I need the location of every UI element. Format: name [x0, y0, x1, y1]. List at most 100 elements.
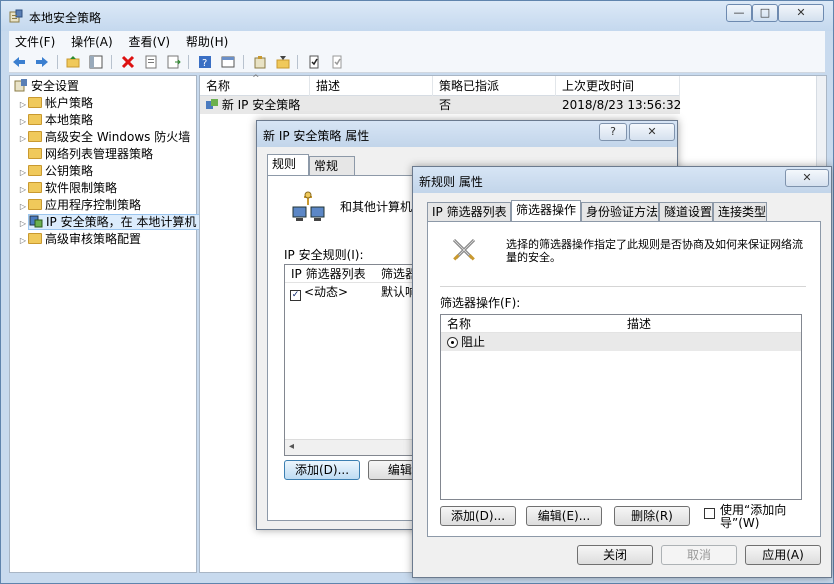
rules-label: IP 安全规则(I): [284, 248, 364, 262]
filter-actions-listbox[interactable]: 名称 描述 阻止 [440, 314, 802, 500]
tab-general[interactable]: 常规 [309, 156, 355, 175]
toolbar-separator [242, 55, 244, 69]
add-rule-button[interactable]: 添加(D)... [284, 460, 360, 480]
folder-icon [28, 165, 42, 176]
close-button[interactable]: ✕ [629, 123, 675, 141]
column-header-filter-action[interactable]: 筛选器 [375, 265, 417, 283]
filter-actions-header: 名称 描述 [441, 315, 801, 333]
add-action-button[interactable]: 添加(D)... [440, 506, 516, 526]
rule-checkbox[interactable]: ✓ [290, 290, 301, 301]
properties-icon[interactable] [144, 55, 158, 69]
use-wizard-checkbox[interactable] [704, 508, 715, 519]
tree-item-label: IP 安全策略，在 本地计算机 [46, 215, 197, 229]
tree-selection: IP 安全策略，在 本地计算机 [28, 214, 201, 230]
tree-item-security-settings[interactable]: 安全设置 [14, 78, 79, 95]
maximize-button[interactable]: □ [752, 4, 778, 22]
tree-item-network-list[interactable]: 网络列表管理器策略 [18, 146, 153, 163]
tree-item-local-policies[interactable]: ▷ 本地策略 [18, 112, 93, 129]
filter-action-row[interactable]: 阻止 [441, 333, 801, 351]
tree-item-ip-security[interactable]: ▷ IP 安全策略，在 本地计算机 [18, 214, 201, 232]
column-header-modified[interactable]: 上次更改时间 [556, 76, 680, 96]
menu-help[interactable]: 帮助(H) [180, 31, 234, 52]
show-tree-icon[interactable] [89, 55, 103, 69]
help-icon[interactable]: ? [198, 55, 212, 69]
row-assigned-cell: 否 [439, 98, 452, 112]
tab-filter-action[interactable]: 筛选器操作 [511, 200, 581, 221]
help-button[interactable]: ? [599, 123, 627, 141]
export-list-icon[interactable] [167, 55, 181, 69]
column-header-filter-list[interactable]: IP 筛选器列表 [285, 265, 366, 283]
tree-item-public-key[interactable]: ▷ 公钥策略 [18, 163, 93, 180]
folder-icon [28, 233, 42, 244]
expand-arrow-icon[interactable]: ▷ [18, 181, 28, 198]
list-header: 名称 ^ 描述 策略已指派 上次更改时间 [200, 74, 680, 96]
title-bar[interactable]: 本地安全策略 — □ ✕ [1, 1, 833, 31]
assign-policy-icon[interactable] [307, 55, 321, 69]
expand-arrow-icon[interactable]: ▷ [18, 198, 28, 215]
tab-tunnel-settings[interactable]: 隧道设置 [659, 202, 713, 221]
column-header-description[interactable]: 描述 [621, 315, 651, 333]
tree-item-software-restriction[interactable]: ▷ 软件限制策略 [18, 180, 117, 197]
dialog-title: 新 IP 安全策略 属性 [263, 129, 370, 143]
delete-icon[interactable] [121, 55, 135, 69]
tree-item-label: 本地策略 [45, 113, 94, 127]
column-header-description[interactable]: 描述 [310, 76, 433, 96]
svg-text:?: ? [202, 58, 207, 69]
filter-action-radio[interactable] [447, 337, 458, 348]
new-policy-icon[interactable] [253, 55, 267, 69]
tree-item-audit-policy[interactable]: ▷ 高级审核策略配置 [18, 231, 141, 248]
tab-ip-filter-list[interactable]: IP 筛选器列表 [427, 202, 511, 221]
separator-line [440, 286, 806, 287]
back-arrow-icon[interactable] [12, 55, 26, 69]
forward-arrow-icon[interactable] [35, 55, 49, 69]
dialog-title-bar[interactable]: 新规则 属性 ✕ [413, 167, 831, 193]
toolbar-separator [56, 55, 58, 69]
close-dialog-button[interactable]: 关闭 [577, 545, 653, 565]
expand-arrow-icon[interactable]: ▷ [18, 130, 28, 147]
list-row[interactable]: 新 IP 安全策略 否 2018/8/23 13:56:32 [200, 96, 681, 114]
tab-connection-type[interactable]: 连接类型 [713, 202, 767, 221]
expand-arrow-icon[interactable]: ▷ [18, 113, 28, 130]
tree-pane: 安全设置 ▷ 帐户策略 ▷ 本地策略 ▷ 高级安全 Windows 防火墙 网络列表管… [9, 75, 201, 573]
apply-button[interactable]: 应用(A) [745, 545, 821, 565]
close-button[interactable]: ✕ [785, 169, 829, 187]
rule-properties-dialog: 新规则 属性 ✕ IP 筛选器列表 筛选器操作 身份验证方法 隧道设置 连接类型… [412, 166, 832, 578]
window-title: 本地安全策略 [29, 11, 102, 25]
minimize-button[interactable]: — [726, 4, 752, 22]
toolbar-separator [111, 55, 113, 69]
menu-file[interactable]: 文件(F) [9, 31, 61, 52]
unassign-policy-icon[interactable] [330, 55, 344, 69]
menu-action[interactable]: 操作(A) [65, 31, 119, 52]
ip-security-icon [29, 215, 43, 228]
tree-item-account-policies[interactable]: ▷ 帐户策略 [18, 95, 93, 112]
tree-item-app-control[interactable]: ▷ 应用程序控制策略 [18, 197, 141, 214]
column-header-name[interactable]: 名称 ^ [200, 74, 310, 96]
filter-actions-label: 筛选器操作(F): [440, 296, 521, 310]
tab-rules[interactable]: 规则 [267, 154, 309, 175]
tree-item-firewall[interactable]: ▷ 高级安全 Windows 防火墙 [18, 129, 190, 146]
column-header-assigned[interactable]: 策略已指派 [433, 76, 556, 96]
column-header-name[interactable]: 名称 [441, 315, 471, 333]
tab-authentication[interactable]: 身份验证方法 [581, 202, 659, 221]
edit-action-button[interactable]: 编辑(E)... [526, 506, 602, 526]
close-button[interactable]: ✕ [778, 4, 824, 22]
menu-view[interactable]: 查看(V) [123, 31, 177, 52]
manage-filters-icon[interactable] [276, 55, 290, 69]
expand-arrow-icon[interactable]: ▷ [18, 232, 28, 249]
rule-filter-cell: <动态> [304, 285, 349, 299]
toolbar: ? [9, 51, 825, 73]
console-icon[interactable] [221, 55, 235, 69]
tree-item-label: 高级审核策略配置 [45, 232, 142, 246]
row-name-cell: 新 IP 安全策略 [202, 96, 300, 114]
up-folder-icon[interactable] [66, 55, 80, 69]
expand-arrow-icon[interactable]: ▷ [18, 96, 28, 113]
cancel-button[interactable]: 取消 [661, 545, 737, 565]
tree-item-label: 高级安全 Windows 防火墙 [45, 130, 191, 144]
filter-action-description: 选择的筛选器操作指定了此规则是否协商及如何来保证网络流量的安全。 [506, 238, 803, 264]
expand-arrow-icon[interactable]: ▷ [18, 164, 28, 181]
expand-arrow-icon[interactable]: ▷ [18, 215, 28, 232]
use-wizard-label: 使用“添加向导”(W) [720, 503, 787, 530]
scroll-left-icon[interactable]: ◂ [289, 441, 294, 452]
delete-action-button[interactable]: 删除(R) [614, 506, 690, 526]
dialog-title-bar[interactable]: 新 IP 安全策略 属性 ? ✕ [257, 121, 677, 147]
